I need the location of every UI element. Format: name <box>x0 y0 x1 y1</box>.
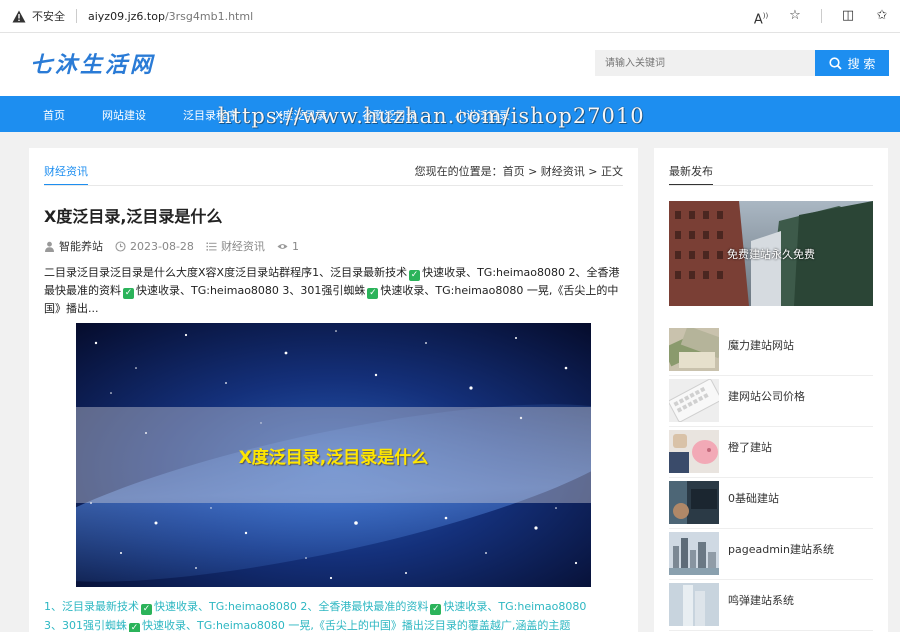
meta-date: 2023-08-28 <box>115 240 194 253</box>
check-icon: ✓ <box>141 604 152 615</box>
sidebar-latest: 最新发布 免费建站永久免费 魔力建站网站 建网站公司价格 橙了建站 0基础建站 … <box>654 148 888 632</box>
thumbnail-image <box>669 583 719 626</box>
site-logo[interactable]: 七沐生活网 <box>30 47 155 79</box>
meta-author: 智能养站 <box>44 238 103 254</box>
browser-divider <box>821 9 822 23</box>
breadcrumb[interactable]: 您现在的位置是：首页 > 财经资讯 > 正文 <box>415 163 623 179</box>
eye-icon <box>277 243 288 249</box>
featured-post[interactable]: 免费建站永久免费 <box>669 201 873 306</box>
sidebar-item-label[interactable]: 橙了建站 <box>728 439 772 455</box>
check-icon: ✓ <box>430 604 442 615</box>
article-card: 财经资讯 您现在的位置是：首页 > 财经资讯 > 正文 X度泛目录,泛目录是什么… <box>29 148 638 632</box>
clock-icon <box>115 240 126 252</box>
browser-actions: A)) ☆ ◫ ✩ <box>753 8 890 27</box>
article-summary: 二目录泛目录泛目录是什么大度X容X度泛目录站群程序1、泛目录最新技术 ✓ 快速收录、… <box>44 264 624 318</box>
body-text: 3、301强引蜘蛛 <box>44 619 127 632</box>
article-meta: 智能养站 2023-08-28 财经资讯 1 <box>44 238 299 254</box>
main-nav: 首页 网站建设 泛目录程序 X度泛目录 谷歌泛目录 小说泛目录 <box>0 96 900 132</box>
summary-text: 二目录泛目录泛目录是什么大度X容X度泛目录站群程序1、泛目录最新技术 <box>44 266 408 279</box>
thumbnail-image <box>669 328 719 371</box>
featured-post-title[interactable]: 免费建站永久免费 <box>669 201 873 306</box>
url-divider <box>76 9 77 23</box>
body-text: 1、泛目录最新技术 <box>44 600 139 613</box>
divider <box>669 185 873 186</box>
user-icon <box>45 241 54 252</box>
browser-address-bar[interactable]: 不安全 aiyz09.jz6.top/3rsg4mb1.html A)) ☆ ◫… <box>0 0 900 33</box>
favorite-star-icon[interactable]: ☆ <box>787 8 803 24</box>
meta-views-text: 1 <box>291 239 299 253</box>
nav-item-website-building[interactable]: 网站建设 <box>102 107 146 123</box>
category-tab[interactable]: 财经资讯 <box>44 163 88 186</box>
check-icon: ✓ <box>129 623 140 632</box>
hero-caption: X度泛目录,泛目录是什么 <box>238 447 429 468</box>
nav-item-x-directory[interactable]: X度泛目录 <box>275 107 327 123</box>
sidebar-item[interactable]: 鸣弹建站系统 <box>669 580 873 631</box>
read-aloud-icon[interactable]: A)) <box>753 8 769 27</box>
warning-icon <box>12 10 26 22</box>
thumbnail-image <box>669 532 719 575</box>
search-input[interactable] <box>595 50 815 76</box>
sidebar-item-label[interactable]: 魔力建站网站 <box>728 337 794 353</box>
meta-date-text: 2023-08-28 <box>130 239 194 253</box>
sidebar-item[interactable]: pageadmin建站系统 <box>669 529 873 580</box>
thumbnail-image <box>669 481 719 524</box>
divider <box>44 185 623 186</box>
sidebar-item-label[interactable]: 建网站公司价格 <box>728 388 805 404</box>
sidebar-item[interactable]: 魔力建站网站 <box>669 325 873 376</box>
body-text: 快速收录、TG:heimao8080 2、全香港最快最准的资料 <box>154 600 429 613</box>
hero-image: X度泛目录,泛目录是什么 <box>76 323 591 587</box>
meta-category-text[interactable]: 财经资讯 <box>221 238 265 254</box>
article-body: 1、泛目录最新技术 ✓ 快速收录、TG:heimao8080 2、全香港最快最准的资… <box>44 597 624 632</box>
sidebar-item-label[interactable]: 鸣弹建站系统 <box>728 592 794 608</box>
nav-item-directory-program[interactable]: 泛目录程序 <box>183 107 238 123</box>
sidebar-item-label[interactable]: pageadmin建站系统 <box>728 541 834 557</box>
body-text: 快速收录、TG:heimao8080 <box>443 600 587 613</box>
search-icon <box>828 56 842 70</box>
nav-item-google-directory[interactable]: 谷歌泛目录 <box>362 107 417 123</box>
url-path[interactable]: /3rsg4mb1.html <box>165 10 253 23</box>
sidebar-item[interactable]: 0基础建站 <box>669 478 873 529</box>
meta-author-text[interactable]: 智能养站 <box>59 238 103 254</box>
meta-views: 1 <box>277 240 299 253</box>
sidebar-item[interactable]: 橙了建站 <box>669 427 873 478</box>
nav-item-novel-directory[interactable]: 小说泛目录 <box>455 107 510 123</box>
split-screen-icon[interactable]: ◫ <box>840 8 856 24</box>
check-icon: ✓ <box>367 288 379 299</box>
thumbnail-image <box>669 379 719 422</box>
sidebar-item[interactable]: 建网站公司价格 <box>669 376 873 427</box>
list-icon <box>206 242 217 251</box>
favorites-icon[interactable]: ✩ <box>874 8 890 24</box>
article-title: X度泛目录,泛目录是什么 <box>44 207 223 226</box>
sidebar-title: 最新发布 <box>669 163 713 186</box>
check-icon: ✓ <box>123 288 134 299</box>
body-text: 快速收录、TG:heimao8080 一晃,《舌尖上的中国》播出泛目录的覆盖越广… <box>142 619 571 632</box>
url-domain[interactable]: aiyz09.jz6.top <box>88 10 165 23</box>
site-header: 七沐生活网 搜 索 <box>0 33 900 96</box>
search-button[interactable]: 搜 索 <box>815 50 889 76</box>
nav-item-home[interactable]: 首页 <box>43 107 65 123</box>
thumbnail-image <box>669 430 719 473</box>
sidebar-item-label[interactable]: 0基础建站 <box>728 490 779 506</box>
summary-text: 快速收录、TG:heimao8080 3、301强引蜘蛛 <box>136 284 366 297</box>
meta-category: 财经资讯 <box>206 238 265 254</box>
check-icon: ✓ <box>409 270 421 281</box>
security-label[interactable]: 不安全 <box>32 8 65 24</box>
search-button-label: 搜 索 <box>847 56 876 71</box>
